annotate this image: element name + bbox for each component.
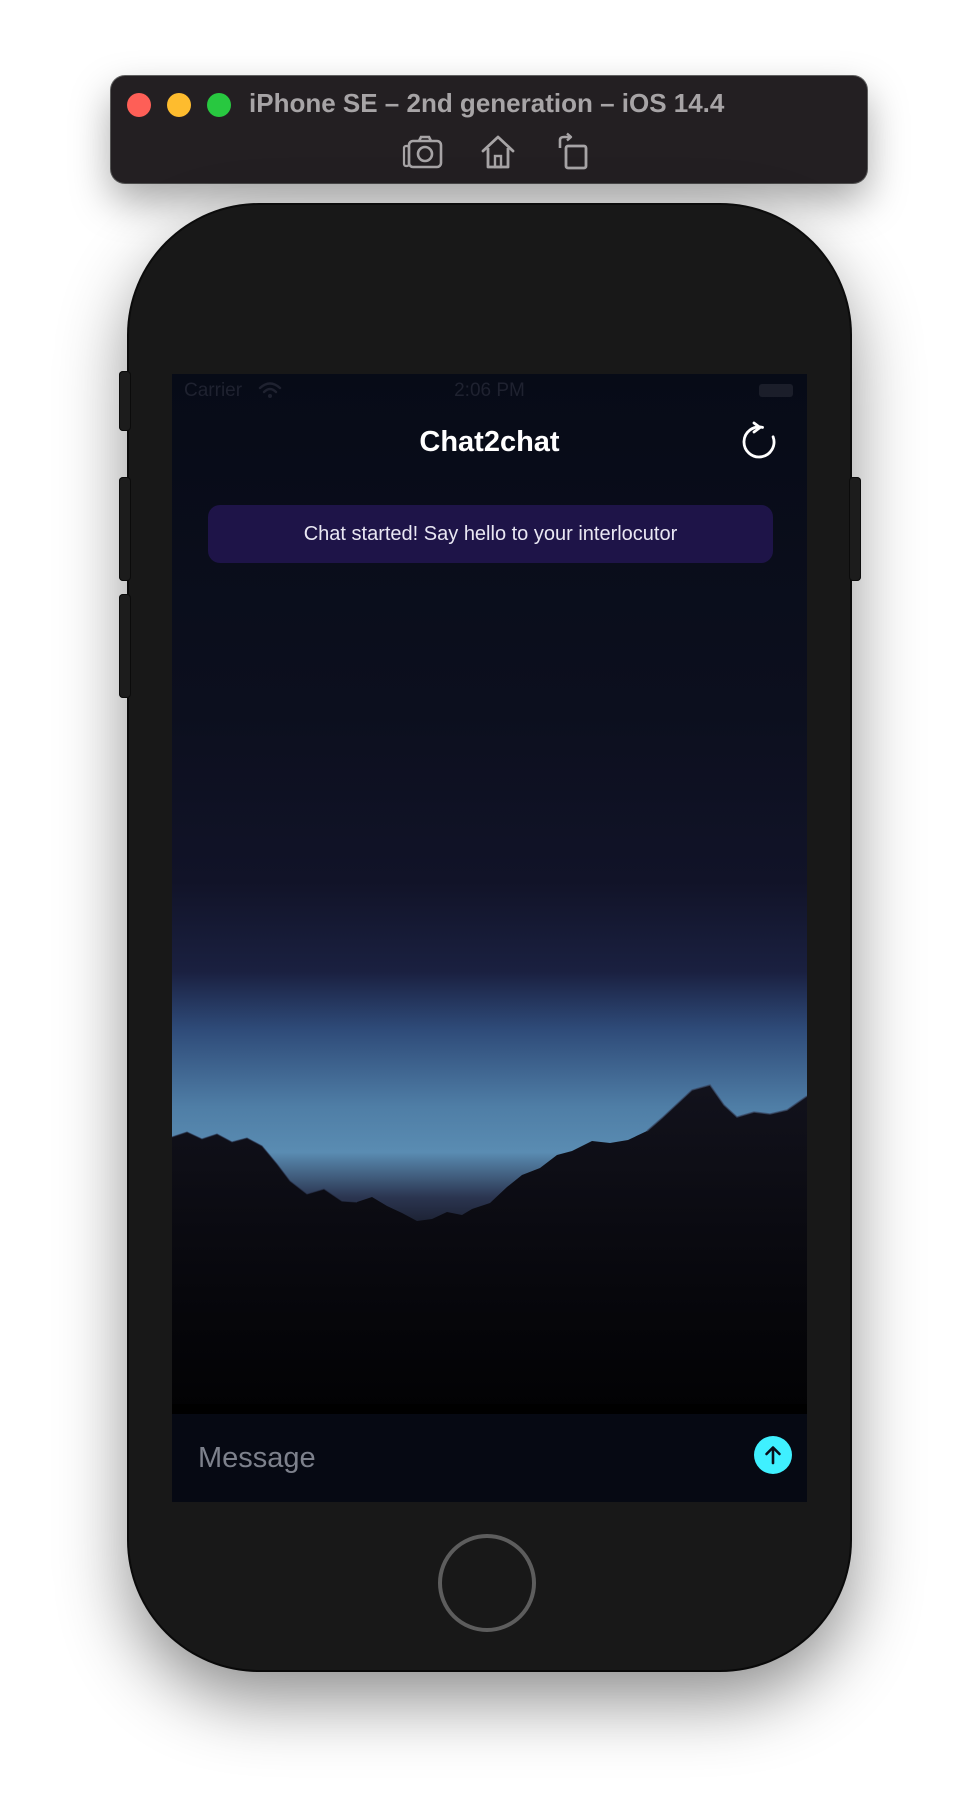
message-composer xyxy=(172,1414,807,1502)
mute-switch xyxy=(119,371,131,431)
zoom-window-button[interactable] xyxy=(207,93,231,117)
refresh-icon xyxy=(742,421,776,459)
home-tool-button[interactable] xyxy=(476,132,520,172)
mountain-background xyxy=(172,1084,807,1404)
close-window-button[interactable] xyxy=(127,93,151,117)
simulator-title: iPhone SE – 2nd generation – iOS 14.4 xyxy=(249,88,725,118)
rotate-button[interactable] xyxy=(553,132,593,172)
desktop: iPhone SE – 2nd generation – iOS 14.4 Ca… xyxy=(0,0,980,1820)
refresh-button[interactable] xyxy=(737,420,781,464)
system-message-text: Chat started! Say hello to your interloc… xyxy=(303,522,678,545)
home-icon xyxy=(481,135,515,169)
screenshot-icon xyxy=(402,135,443,169)
message-input[interactable] xyxy=(188,1428,748,1488)
app-title: Chat2chat xyxy=(419,426,560,458)
rotate-icon xyxy=(558,132,588,170)
send-button[interactable] xyxy=(754,1436,792,1474)
minimize-window-button[interactable] xyxy=(167,93,191,117)
volume-up-button xyxy=(119,477,131,581)
arrow-up-icon xyxy=(765,1446,781,1465)
status-bar: Carrier 2:06 PM xyxy=(172,374,807,408)
home-button[interactable] xyxy=(438,1534,536,1632)
status-time: 2:06 PM xyxy=(454,380,525,401)
power-button xyxy=(849,477,861,581)
simulator-title-bar: iPhone SE – 2nd generation – iOS 14.4 xyxy=(111,76,867,183)
battery-icon xyxy=(759,384,793,397)
app-screen: Carrier 2:06 PM Chat2chat Chat started! … xyxy=(172,374,807,1502)
system-message-banner: Chat started! Say hello to your interloc… xyxy=(208,505,773,563)
screenshot-button[interactable] xyxy=(400,132,446,172)
volume-down-button xyxy=(119,594,131,698)
